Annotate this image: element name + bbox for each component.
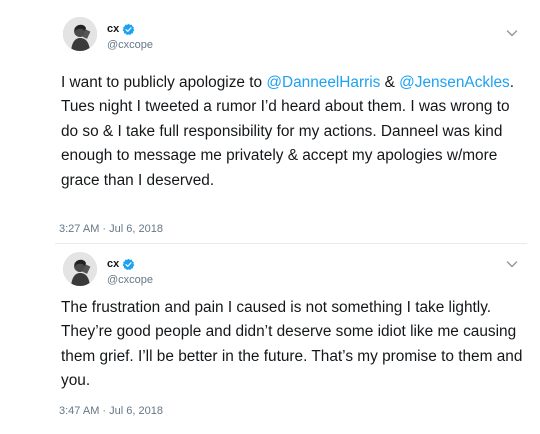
mention-link[interactable]: @JensenAckles bbox=[399, 74, 510, 91]
tweet-text-part: I want to publicly apologize to bbox=[61, 74, 267, 91]
tweet-card[interactable]: cx @cxcope The frustration and pain I ca… bbox=[55, 245, 527, 434]
chevron-down-icon[interactable] bbox=[505, 26, 519, 40]
left-margin bbox=[0, 0, 55, 434]
tweet-text: I want to publicly apologize to @Danneel… bbox=[61, 71, 523, 193]
tweet-timestamp[interactable]: 3:47 AM · Jul 6, 2018 bbox=[59, 404, 163, 418]
verified-badge-icon bbox=[122, 258, 135, 271]
author-display-name[interactable]: cx bbox=[107, 21, 119, 37]
tweet-thread-page: cx @cxcope I want to publicly apologize … bbox=[0, 0, 540, 434]
chevron-down-icon[interactable] bbox=[505, 257, 519, 271]
author-handle[interactable]: @cxcope bbox=[107, 273, 153, 287]
tweet-card[interactable]: cx @cxcope I want to publicly apologize … bbox=[55, 0, 527, 244]
author-handle[interactable]: @cxcope bbox=[107, 38, 153, 52]
tweet-text-part: . Tues night I tweeted a rumor I’d heard… bbox=[61, 74, 515, 189]
person-avatar-icon[interactable] bbox=[63, 252, 97, 286]
author-name-row: cx bbox=[107, 21, 135, 37]
verified-badge-icon bbox=[122, 23, 135, 36]
mention-link[interactable]: @DanneelHarris bbox=[266, 74, 380, 91]
tweet-text-part: & bbox=[380, 74, 400, 91]
tweet-text-part: The frustration and pain I caused is not… bbox=[61, 299, 523, 390]
tweet-text: The frustration and pain I caused is not… bbox=[61, 296, 523, 394]
author-name-row: cx bbox=[107, 256, 135, 272]
person-avatar-icon[interactable] bbox=[63, 17, 97, 51]
tweet-timestamp[interactable]: 3:27 AM · Jul 6, 2018 bbox=[59, 222, 163, 236]
author-display-name[interactable]: cx bbox=[107, 256, 119, 272]
